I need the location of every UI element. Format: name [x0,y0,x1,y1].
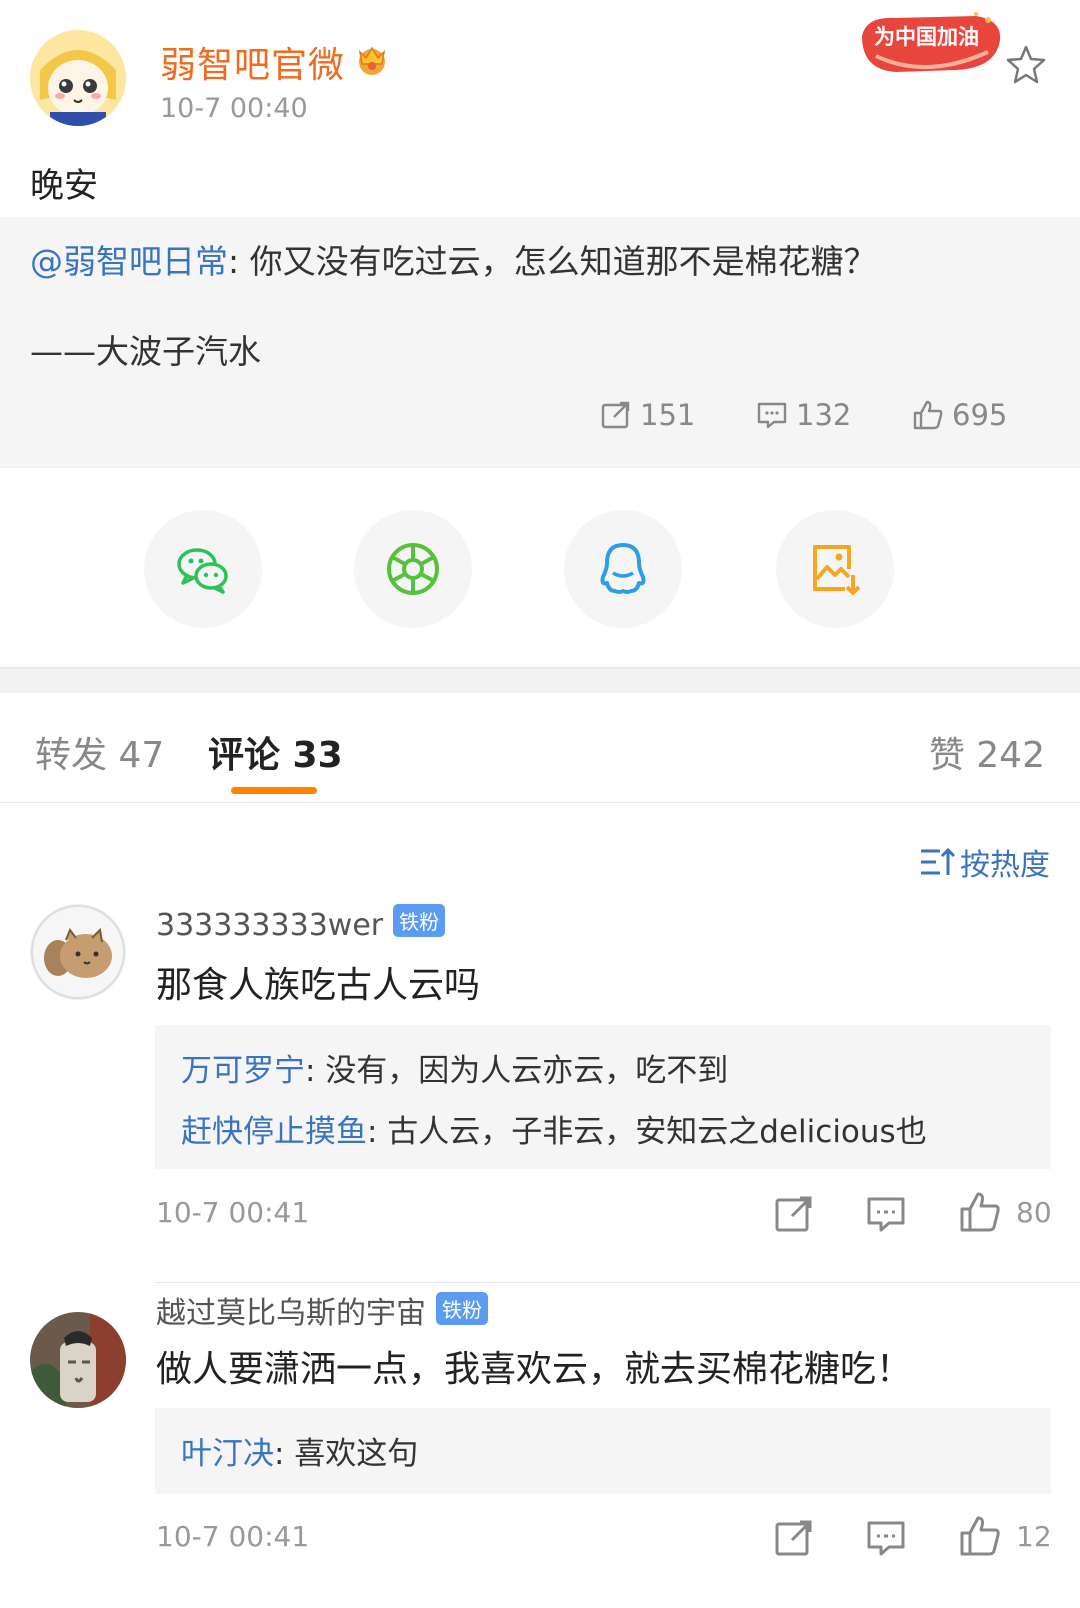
repost-signature: ——大波子汽水 [30,332,261,371]
repost-share-count: 151 [640,398,696,432]
repost-comment-count: 132 [796,398,852,432]
reply-comment-icon[interactable] [864,1192,908,1236]
author-avatar[interactable] [30,30,126,126]
qq-icon [600,543,646,594]
post-text: 晚安 [30,166,98,206]
comment-icon [757,402,787,429]
repost-text: : 你又没有吃过云，怎么知道那不是棉花糖？ [228,242,877,281]
post-header: 弱智吧官微 10-7 00:40 为中国加油 [0,0,1080,140]
like-comment-icon[interactable] [958,1190,1002,1234]
share-qq-button[interactable] [564,510,682,628]
comment-text: 那食人族吃古人云吗 [156,965,481,1006]
reply-list[interactable]: 叶汀决: 喜欢这句 [155,1408,1051,1494]
thumbs-up-icon [913,400,943,430]
comment-text: 做人要潇洒一点，我喜欢云，就去买棉花糖吃！ [156,1349,913,1390]
tab-bar: 转发 47 评论 33 赞 242 [0,693,1080,803]
reply-comment-icon[interactable] [864,1516,908,1560]
cheer-badge-text: 为中国加油 [874,25,979,49]
reply-item: 万可罗宁: 没有，因为人云亦云，吃不到 [181,1045,1025,1090]
sort-label: 按热度 [960,848,1050,883]
reply-item: 叶汀决: 喜欢这句 [181,1428,1025,1473]
reply-text: : 没有，因为人云亦云，吃不到 [305,1053,729,1089]
repost-comment-stat[interactable]: 132 [756,395,851,435]
reply-user-link[interactable]: 赶快停止摸鱼 [181,1114,367,1150]
comment-time: 10-7 00:41 [156,1196,310,1229]
fan-badge: 铁粉 [436,1292,488,1325]
repost-share-stat[interactable]: 151 [600,395,695,435]
reply-text: : 喜欢这句 [274,1436,419,1472]
repost-comment-icon[interactable] [772,1192,816,1236]
tab-comments[interactable]: 评论 33 [208,726,343,778]
repost-content: @弱智吧日常: 你又没有吃过云，怎么知道那不是棉花糖？ [30,235,877,283]
wechat-icon [177,548,228,594]
moments-icon [387,543,439,595]
repost-user-link[interactable]: @弱智吧日常 [30,242,228,281]
save-image-button[interactable] [776,510,894,628]
like-comment-icon[interactable] [958,1514,1002,1558]
crown-icon [358,46,386,75]
commenter-name-text: 333333333wer [156,908,384,943]
favorite-star-icon[interactable] [1005,43,1047,85]
comment-like-count: 12 [1016,1520,1052,1553]
commenter-avatar[interactable] [30,904,126,1000]
active-tab-indicator [231,787,317,794]
share-moments-button[interactable] [354,510,472,628]
section-divider [0,667,1080,693]
comment-separator [155,1282,1080,1283]
reply-text: : 古人云，子非云，安知云之delicious也 [367,1114,927,1150]
repost-like-stat[interactable]: 695 [912,395,1007,435]
tab-likes[interactable]: 赞 242 [929,726,1045,778]
share-icon [601,401,630,429]
reply-item: 赶快停止摸鱼: 古人云，子非云，安知云之delicious也 [181,1106,1025,1151]
reply-list[interactable]: 万可罗宁: 没有，因为人云亦云，吃不到 赶快停止摸鱼: 古人云，子非云，安知云之… [155,1025,1051,1169]
commenter-avatar[interactable] [30,1312,126,1408]
comment-like-count: 80 [1016,1196,1052,1229]
sort-by-hot-button[interactable]: 按热度 [918,840,1050,884]
tab-reposts[interactable]: 转发 47 [35,726,164,778]
commenter-name[interactable]: 越过莫比乌斯的宇宙 铁粉 [156,1288,488,1332]
repost-comment-icon[interactable] [772,1516,816,1560]
sort-icon [921,847,956,875]
author-name[interactable]: 弱智吧官微 [160,36,345,88]
cheer-china-badge[interactable]: 为中国加油 [856,8,1006,78]
save-image-icon [813,545,861,595]
share-row [0,467,1080,667]
post-time: 10-7 00:40 [160,93,308,124]
reply-user-link[interactable]: 万可罗宁 [181,1053,305,1089]
repost-card[interactable]: @弱智吧日常: 你又没有吃过云，怎么知道那不是棉花糖？ ——大波子汽水 151 … [0,217,1080,467]
share-wechat-button[interactable] [144,510,262,628]
comment-time: 10-7 00:41 [156,1520,310,1553]
fan-badge: 铁粉 [393,904,446,937]
commenter-name-text: 越过莫比乌斯的宇宙 [156,1296,426,1331]
reply-user-link[interactable]: 叶汀决 [181,1436,274,1472]
repost-like-count: 695 [952,398,1008,432]
commenter-name[interactable]: 333333333wer 铁粉 [156,904,446,943]
